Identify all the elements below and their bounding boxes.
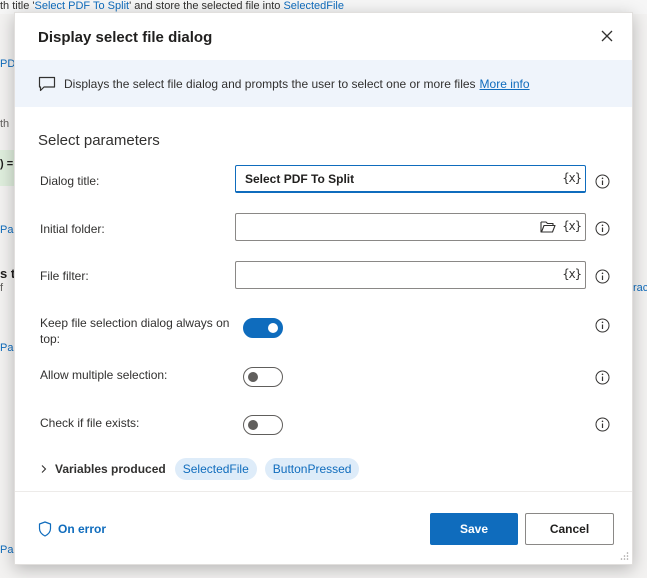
background-fragment: f bbox=[0, 282, 4, 294]
help-icon[interactable] bbox=[595, 174, 610, 189]
message-icon bbox=[38, 76, 56, 91]
help-icon[interactable] bbox=[595, 370, 610, 385]
on-error-label: On error bbox=[58, 522, 107, 536]
dialog-title-value: Select PDF To Split bbox=[245, 172, 355, 186]
on-error-button[interactable]: On error bbox=[38, 521, 106, 537]
folder-open-icon[interactable] bbox=[540, 220, 556, 234]
dialog-title: Display select file dialog bbox=[38, 29, 213, 46]
background-fragment: Pag bbox=[0, 342, 14, 354]
background-fragment: Page bbox=[0, 224, 14, 236]
help-icon[interactable] bbox=[595, 318, 610, 333]
file-filter-label: File filter: bbox=[40, 269, 89, 283]
background-fragment: ) = bbox=[0, 158, 14, 170]
variable-picker-button[interactable]: {x} bbox=[562, 171, 582, 185]
allow-multiple-label: Allow multiple selection: bbox=[40, 368, 168, 382]
background-fragment: s t bbox=[0, 266, 14, 281]
initial-folder-label: Initial folder: bbox=[40, 222, 105, 236]
help-icon[interactable] bbox=[595, 221, 610, 236]
save-button[interactable]: Save bbox=[430, 513, 518, 545]
background-fragment: Page bbox=[0, 544, 14, 556]
initial-folder-input[interactable]: {x} bbox=[235, 213, 586, 241]
background-fragment: PDFPa bbox=[0, 58, 14, 70]
variables-produced-label: Variables produced bbox=[55, 462, 166, 476]
dialog-title-label: Dialog title: bbox=[40, 174, 100, 188]
variable-chip-buttonpressed[interactable]: ButtonPressed bbox=[264, 458, 360, 480]
keep-on-top-toggle[interactable] bbox=[243, 318, 283, 338]
shield-icon bbox=[38, 521, 52, 537]
footer-divider bbox=[15, 491, 632, 492]
toggle-knob bbox=[248, 420, 258, 430]
help-icon[interactable] bbox=[595, 417, 610, 432]
allow-multiple-toggle[interactable] bbox=[243, 367, 283, 387]
info-description: Displays the select file dialog and prom… bbox=[64, 76, 476, 91]
display-select-file-dialog: Display select file dialog Displays the … bbox=[14, 12, 633, 565]
variable-picker-button[interactable]: {x} bbox=[562, 267, 582, 281]
keep-on-top-label: Keep file selection dialog always on top… bbox=[40, 316, 230, 346]
background-fragment: rac bbox=[633, 282, 647, 294]
dialog-header: Display select file dialog bbox=[15, 13, 632, 59]
cancel-button[interactable]: Cancel bbox=[525, 513, 614, 545]
toggle-knob bbox=[248, 372, 258, 382]
file-filter-input[interactable]: {x} bbox=[235, 261, 586, 289]
help-icon[interactable] bbox=[595, 269, 610, 284]
dialog-title-input[interactable]: Select PDF To Split {x} bbox=[235, 165, 586, 193]
resize-grip-icon[interactable] bbox=[619, 551, 629, 561]
close-icon[interactable] bbox=[598, 27, 616, 45]
variable-chip-selectedfile[interactable]: SelectedFile bbox=[174, 458, 257, 480]
check-exists-toggle[interactable] bbox=[243, 415, 283, 435]
variables-produced-row: Variables produced SelectedFile ButtonPr… bbox=[39, 458, 367, 480]
chevron-right-icon[interactable] bbox=[39, 464, 49, 474]
toggle-knob bbox=[268, 323, 278, 333]
more-info-link[interactable]: More info bbox=[480, 77, 530, 91]
background-action-description: th title 'Select PDF To Split' and store… bbox=[0, 0, 344, 12]
section-title: Select parameters bbox=[38, 132, 160, 149]
variable-picker-button[interactable]: {x} bbox=[562, 219, 582, 233]
background-fragment: th bbox=[0, 118, 10, 130]
check-exists-label: Check if file exists: bbox=[40, 416, 140, 430]
info-banner: Displays the select file dialog and prom… bbox=[15, 60, 632, 107]
